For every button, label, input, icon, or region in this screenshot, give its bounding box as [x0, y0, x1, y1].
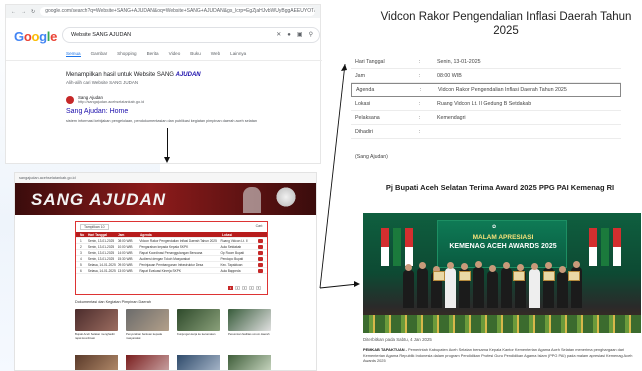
flag-indonesia [613, 228, 621, 266]
agenda-colon: : [419, 72, 421, 79]
agenda-colon: : [420, 87, 422, 93]
agenda-colon: : [419, 100, 421, 107]
award-plaque [459, 271, 471, 281]
flower-arrangement [363, 315, 641, 333]
award-plaque [433, 271, 445, 281]
agenda-row: Dihadiri: [351, 125, 621, 139]
agenda-colon: : [419, 58, 421, 65]
arrow-to-news-head [354, 281, 360, 287]
arrow-to-agenda [319, 63, 346, 289]
agenda-row: Jam: 08:00 WIB [351, 69, 621, 83]
agenda-detail-table: Hari Tanggal: Senin, 13-01-2025 Jam: 08:00 … [351, 55, 621, 139]
person [417, 262, 428, 308]
person [501, 262, 512, 308]
agenda-row: Lokasi: Ruang Vidcon Lt. II Gedung B Setd… [351, 97, 621, 111]
person [487, 265, 498, 308]
award-recipients [403, 258, 603, 308]
agenda-colon: : [419, 114, 421, 121]
article-paragraph: PEMKAB TAPAKTUAN - Pemerintah Kabupaten … [363, 347, 633, 364]
person [557, 266, 568, 308]
agenda-key: Lokasi [355, 100, 371, 107]
agenda-source: (Sang Ajudan) [355, 154, 388, 160]
agenda-row: Agenda: Vidcon Rakor Pengendalian Inflasi… [351, 83, 621, 97]
person [529, 263, 540, 308]
person [473, 261, 484, 308]
agenda-value: Vidcon Rakor Pengendalian Inflasi Daerah… [438, 87, 567, 93]
person [403, 264, 414, 308]
agenda-row: Pelaksana: Kemendagri [351, 111, 621, 125]
agenda-title: Vidcon Rakor Pengendalian Inflasi Daerah… [380, 11, 632, 37]
agenda-key: Dihadiri [355, 128, 373, 135]
agenda-colon: : [419, 128, 421, 135]
agenda-row: Hari Tanggal: Senin, 13-01-2025 [351, 55, 621, 69]
agenda-key: Agenda [356, 87, 375, 93]
arrow-to-news [319, 283, 359, 289]
award-plaque [543, 271, 555, 281]
agenda-key: Pelaksana [355, 114, 380, 121]
agenda-key: Jam [355, 72, 366, 79]
article-lead: PEMKAB TAPAKTUAN - [363, 347, 407, 352]
award-photo: ✿ MALAM APRESIASI KEMENAG ACEH AWARDS 20… [363, 213, 641, 333]
screen-line-1: MALAM APRESIASI [472, 234, 534, 241]
screen-line-2: KEMENAG ACEH AWARDS 2025 [449, 243, 557, 250]
agenda-key: Hari Tanggal [355, 58, 385, 65]
flag-green [393, 228, 401, 266]
agenda-value: Ruang Vidcon Lt. II Gedung B Setdakab [437, 100, 532, 107]
photo-caption: Diterbitkan pada Sabtu, 4 Jan 2025 [363, 337, 432, 342]
award-plaque [568, 271, 580, 281]
news-headline: Pj Bupati Aceh Selatan Terima Award 2025… [385, 183, 615, 192]
agenda-value: Senin, 13-01-2025 [437, 58, 481, 65]
flag-indonesia [381, 228, 389, 266]
arrow-to-agenda-head [341, 64, 347, 71]
award-plaque [513, 271, 525, 281]
agenda-value: Kemendagri [437, 114, 466, 121]
agenda-value: 08:00 WIB [437, 72, 462, 79]
person [445, 262, 456, 308]
kemenag-logo-icon: ✿ [492, 224, 497, 230]
